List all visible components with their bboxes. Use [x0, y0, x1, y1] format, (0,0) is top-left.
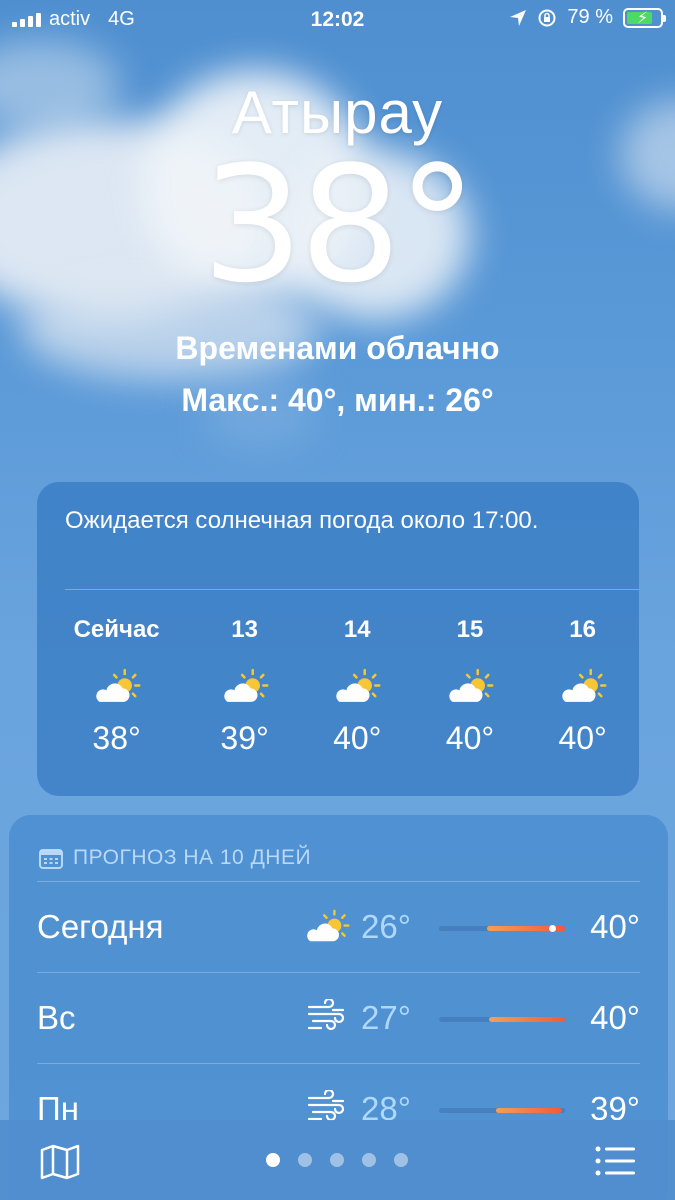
weather-condition: Временами облачно: [175, 330, 500, 366]
page-dot[interactable]: [266, 1153, 280, 1167]
ten-day-title: ПРОГНОЗ НА 10 ДНЕЙ: [73, 846, 312, 869]
current-temperature: 38°: [201, 131, 478, 318]
forecast-message: Ожидается солнечная погода около 17:00.: [65, 507, 539, 534]
partly-sunny-icon: [45, 658, 188, 714]
hourly-item: 15 40°: [414, 616, 527, 757]
temperature-range-fill: [489, 1017, 565, 1022]
wind-icon: [299, 995, 355, 1039]
hour-temperature: 38°: [92, 720, 141, 756]
ten-day-header: ПРОГНОЗ НА 10 ДНЕЙ: [9, 815, 668, 881]
day-label: Вс: [37, 999, 76, 1036]
hourly-item: 13 39°: [188, 616, 301, 757]
partly-sunny-icon: [414, 658, 527, 714]
list-icon[interactable]: [595, 1146, 635, 1176]
page-dot[interactable]: [298, 1153, 312, 1167]
hourly-item: Сейчас 38°: [45, 616, 188, 757]
hour-label: 14: [343, 616, 371, 643]
calendar-icon: [39, 849, 63, 869]
hour-temperature: 40°: [445, 720, 495, 756]
temperature-range-fill: [496, 1108, 562, 1113]
hour-temperature: 40°: [333, 720, 382, 756]
partly-sunny-icon: [299, 904, 355, 948]
battery-icon: ⚡: [623, 7, 666, 28]
partly-sunny-icon: [526, 658, 639, 714]
page-dot[interactable]: [362, 1153, 376, 1167]
page-indicator[interactable]: [266, 1153, 408, 1167]
hourly-forecast-card[interactable]: Ожидается солнечная погода около 17:00. …: [37, 482, 639, 796]
forecast-day-row[interactable]: Сегодня 26° 40°: [9, 882, 668, 972]
current-temp-dot: [549, 925, 556, 932]
page-dot[interactable]: [394, 1153, 408, 1167]
rotation-lock-icon: [538, 9, 556, 26]
high-low-temperature: Макс.: 40°, мин.: 26°: [181, 382, 494, 418]
temperature-range-bar: [439, 1108, 565, 1113]
low-temperature: 26°: [361, 908, 411, 945]
forecast-day-row[interactable]: Вс 27° 40°: [9, 973, 668, 1063]
hour-label: 13: [231, 616, 258, 643]
partly-sunny-icon: [301, 658, 414, 714]
partly-sunny-icon: [188, 658, 301, 714]
hour-label: 15: [456, 616, 484, 643]
hour-temperature: 40°: [558, 720, 607, 756]
hour-temperature: 39°: [220, 720, 269, 756]
location-arrow-icon: [510, 9, 527, 26]
page-dot[interactable]: [330, 1153, 344, 1167]
temperature-range-bar: [439, 1017, 565, 1022]
map-icon[interactable]: [40, 1144, 80, 1180]
bottom-toolbar: [0, 1120, 675, 1200]
battery-percent: 79 %: [567, 6, 613, 28]
status-bar: activ 4G 12:02 79 % ⚡: [0, 0, 675, 38]
hourly-item: 16 40°: [526, 616, 639, 757]
hour-label: 16: [569, 616, 596, 643]
low-temperature: 27°: [361, 999, 411, 1036]
hour-label: Сейчас: [73, 616, 160, 643]
day-label: Сегодня: [37, 908, 164, 945]
temperature-range-bar: [439, 925, 565, 932]
high-temperature: 40°: [590, 908, 640, 945]
high-temperature: 40°: [590, 999, 640, 1036]
hourly-list[interactable]: Сейчас 38° 13 39° 14 40° 15 40° 16 40°: [37, 616, 639, 757]
divider: [65, 589, 639, 590]
hourly-item: 14 40°: [301, 616, 414, 757]
